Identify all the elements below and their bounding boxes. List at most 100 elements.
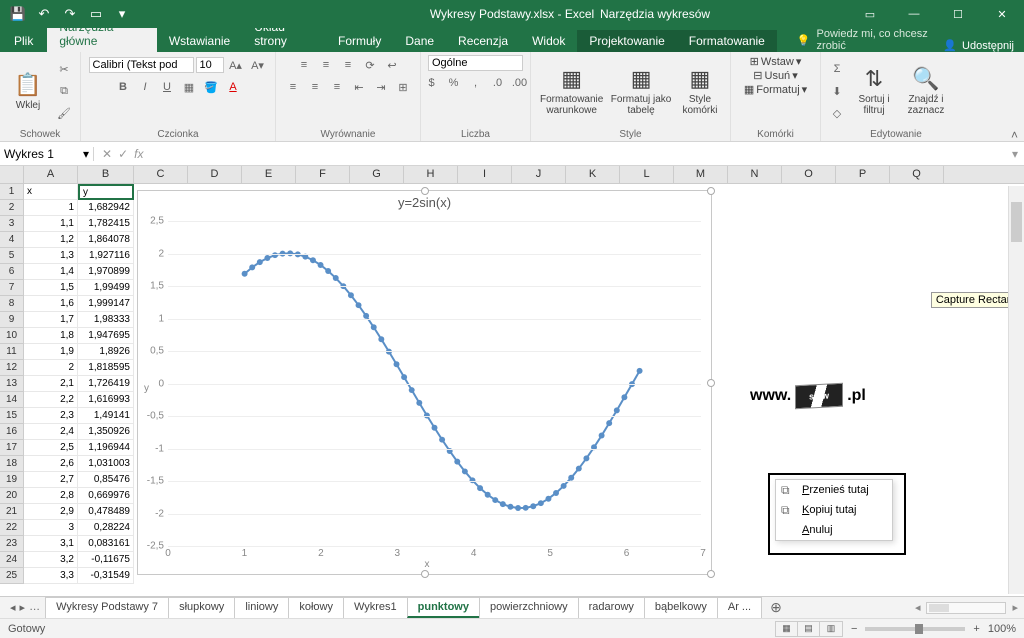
tab-data[interactable]: Dane <box>393 30 446 52</box>
camera-icon[interactable]: ▭ <box>84 2 108 26</box>
orientation-icon[interactable]: ⟳ <box>360 55 380 75</box>
column-header[interactable]: M <box>674 166 728 183</box>
format-painter-icon[interactable]: 🖌 <box>54 103 74 123</box>
sheet-nav-prev-icon[interactable]: ◂ <box>10 601 16 614</box>
chart-handle-right[interactable] <box>707 379 715 387</box>
currency-icon[interactable]: $ <box>422 73 442 93</box>
cell[interactable]: 1,864078 <box>78 232 134 248</box>
cell[interactable]: 1,818595 <box>78 360 134 376</box>
find-select-button[interactable]: 🔍Znajdź i zaznacz <box>901 61 951 121</box>
vertical-scrollbar[interactable] <box>1008 186 1024 594</box>
cell[interactable]: 2,9 <box>24 504 78 520</box>
column-header[interactable]: O <box>782 166 836 183</box>
cell[interactable]: 0,28224 <box>78 520 134 536</box>
chart-object[interactable]: y=2sin(x) -2,5-2-1,5-1-0,500,511,522,501… <box>137 190 712 575</box>
cell[interactable]: 1,927116 <box>78 248 134 264</box>
column-header[interactable]: K <box>566 166 620 183</box>
sheet-tab[interactable]: Wykresy Podstawy 7 <box>45 597 169 618</box>
tab-view[interactable]: Widok <box>520 30 577 52</box>
cell[interactable]: 3 <box>24 520 78 536</box>
row-header[interactable]: 3 <box>0 216 24 232</box>
sheet-nav-more-icon[interactable]: … <box>29 601 40 614</box>
tab-chart-design[interactable]: Projektowanie <box>577 30 676 52</box>
chart-handle-tr[interactable] <box>707 187 715 195</box>
format-button[interactable]: ▦ Formatuj ▾ <box>744 83 807 96</box>
comma-icon[interactable]: , <box>466 73 486 93</box>
tab-formulas[interactable]: Formuły <box>326 30 393 52</box>
close-icon[interactable]: ✕ <box>980 0 1024 28</box>
chart-handle-bottom[interactable] <box>421 570 429 578</box>
cell[interactable]: -0,11675 <box>78 552 134 568</box>
column-header[interactable]: P <box>836 166 890 183</box>
chart-handle-top[interactable] <box>421 187 429 195</box>
font-size-input[interactable] <box>196 57 224 73</box>
insert-button[interactable]: ⊞ Wstaw ▾ <box>750 55 802 68</box>
qat-dropdown-icon[interactable]: ▾ <box>110 2 134 26</box>
copy-icon[interactable]: ⧉ <box>54 81 74 101</box>
zoom-out-icon[interactable]: − <box>851 623 857 635</box>
row-header[interactable]: 1 <box>0 184 24 200</box>
minimize-icon[interactable]: — <box>892 0 936 28</box>
align-middle-icon[interactable]: ≡ <box>316 55 336 75</box>
fill-icon[interactable]: ⬇ <box>827 81 847 101</box>
sheet-tab[interactable]: Ar ... <box>717 597 762 618</box>
cell[interactable]: 1,682942 <box>78 200 134 216</box>
font-color-icon[interactable]: A <box>223 77 243 97</box>
sheet-tab[interactable]: liniowy <box>234 597 289 618</box>
cell[interactable]: 1,970899 <box>78 264 134 280</box>
column-header[interactable]: Q <box>890 166 944 183</box>
row-header[interactable]: 14 <box>0 392 24 408</box>
column-header[interactable]: F <box>296 166 350 183</box>
tab-chart-format[interactable]: Formatowanie <box>677 30 777 52</box>
cell[interactable]: 3,2 <box>24 552 78 568</box>
row-header[interactable]: 11 <box>0 344 24 360</box>
cell[interactable]: 1,196944 <box>78 440 134 456</box>
row-header[interactable]: 10 <box>0 328 24 344</box>
column-header[interactable]: D <box>188 166 242 183</box>
paste-button[interactable]: 📋Wklej <box>6 61 50 121</box>
ribbon-options-icon[interactable]: ▭ <box>848 0 892 28</box>
tab-review[interactable]: Recenzja <box>446 30 520 52</box>
horizontal-scrollbar[interactable] <box>926 602 1006 614</box>
row-header[interactable]: 5 <box>0 248 24 264</box>
cell[interactable]: 1,947695 <box>78 328 134 344</box>
hscroll-left-icon[interactable]: ◂ <box>915 601 921 614</box>
cell[interactable]: 1,5 <box>24 280 78 296</box>
sheet-tab[interactable]: radarowy <box>578 597 645 618</box>
cell[interactable]: 2,1 <box>24 376 78 392</box>
align-bottom-icon[interactable]: ≡ <box>338 55 358 75</box>
row-header[interactable]: 8 <box>0 296 24 312</box>
sheet-tab[interactable]: Wykres1 <box>343 597 408 618</box>
cancel-formula-icon[interactable]: ✕ <box>102 147 112 161</box>
bold-icon[interactable]: B <box>113 77 133 97</box>
increase-font-icon[interactable]: A▴ <box>226 55 246 75</box>
chart-plot-area[interactable]: -2,5-2-1,5-1-0,500,511,522,501234567 <box>168 221 701 544</box>
number-format-input[interactable] <box>428 55 523 71</box>
align-center-icon[interactable]: ≡ <box>305 77 325 97</box>
column-header[interactable]: H <box>404 166 458 183</box>
collapse-ribbon-icon[interactable]: ˄ <box>1011 128 1018 142</box>
cell[interactable]: 1,6 <box>24 296 78 312</box>
italic-icon[interactable]: I <box>135 77 155 97</box>
row-header[interactable]: 13 <box>0 376 24 392</box>
column-header[interactable]: C <box>134 166 188 183</box>
cell[interactable]: 2,3 <box>24 408 78 424</box>
sheet-nav-next-icon[interactable]: ▸ <box>20 601 26 614</box>
sheet-tab[interactable]: kołowy <box>288 597 344 618</box>
column-header[interactable]: N <box>728 166 782 183</box>
align-right-icon[interactable]: ≡ <box>327 77 347 97</box>
cell[interactable]: 2,5 <box>24 440 78 456</box>
underline-icon[interactable]: U <box>157 77 177 97</box>
page-layout-view-icon[interactable]: ▤ <box>798 622 820 636</box>
cell[interactable]: 1,3 <box>24 248 78 264</box>
row-header[interactable]: 7 <box>0 280 24 296</box>
row-header[interactable]: 19 <box>0 472 24 488</box>
cell[interactable]: 1,9 <box>24 344 78 360</box>
cell[interactable]: 3,3 <box>24 568 78 584</box>
sheet-tab[interactable]: punktowy <box>407 597 480 618</box>
tell-me-search[interactable]: 💡Powiedz mi, co chcesz zrobić <box>797 28 943 52</box>
menu-copy-here[interactable]: ⧉Kopiuj tutaj <box>776 500 892 520</box>
redo-icon[interactable]: ↷ <box>58 2 82 26</box>
cell[interactable]: 0,669976 <box>78 488 134 504</box>
cell[interactable]: 1,49141 <box>78 408 134 424</box>
